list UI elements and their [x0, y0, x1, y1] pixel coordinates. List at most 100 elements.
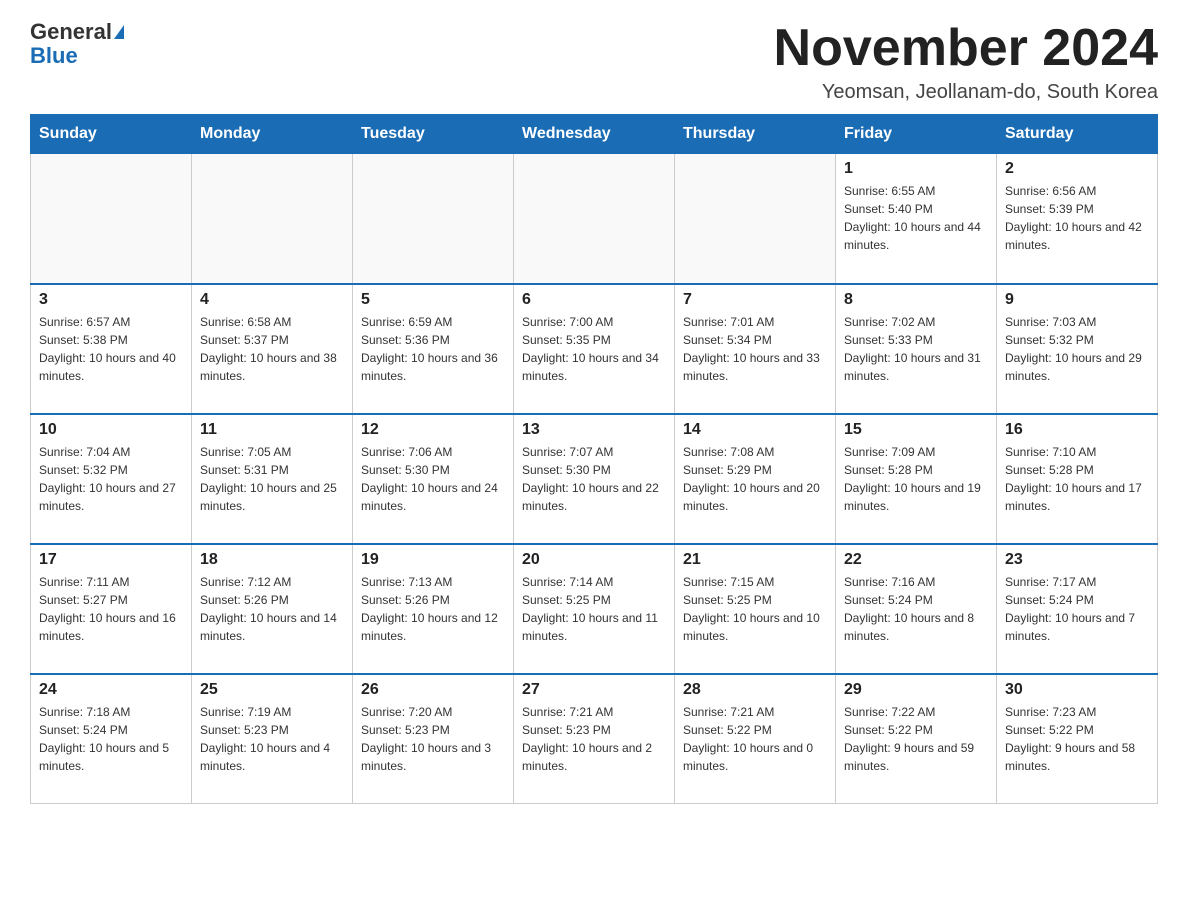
calendar-week-row: 3Sunrise: 6:57 AMSunset: 5:38 PMDaylight…	[31, 284, 1158, 414]
day-info: Sunrise: 6:56 AMSunset: 5:39 PMDaylight:…	[1005, 182, 1149, 254]
day-number: 10	[39, 421, 183, 439]
day-info: Sunrise: 7:18 AMSunset: 5:24 PMDaylight:…	[39, 703, 183, 775]
calendar-cell: 30 Sunrise: 7:23 AMSunset: 5:22 PMDayligh…	[997, 674, 1158, 804]
day-info: Sunrise: 7:05 AMSunset: 5:31 PMDaylight:…	[200, 443, 344, 515]
day-number: 26	[361, 681, 505, 699]
weekday-header-wednesday: Wednesday	[514, 115, 675, 154]
day-info: Sunrise: 7:15 AMSunset: 5:25 PMDaylight:…	[683, 573, 827, 645]
calendar-week-row: 1 Sunrise: 6:55 AMSunset: 5:40 PMDaylight…	[31, 154, 1158, 284]
calendar-cell	[31, 154, 192, 284]
day-number: 12	[361, 421, 505, 439]
weekday-header-saturday: Saturday	[997, 115, 1158, 154]
day-number: 21	[683, 551, 827, 569]
calendar-cell: 24Sunrise: 7:18 AMSunset: 5:24 PMDayligh…	[31, 674, 192, 804]
day-info: Sunrise: 7:21 AMSunset: 5:22 PMDaylight:…	[683, 703, 827, 775]
day-info: Sunrise: 7:20 AMSunset: 5:23 PMDaylight:…	[361, 703, 505, 775]
location: Yeomsan, Jeollanam-do, South Korea	[774, 81, 1158, 104]
day-info: Sunrise: 7:23 AMSunset: 5:22 PMDaylight:…	[1005, 703, 1149, 775]
day-number: 23	[1005, 551, 1149, 569]
calendar-cell: 2 Sunrise: 6:56 AMSunset: 5:39 PMDaylight…	[997, 154, 1158, 284]
day-info: Sunrise: 7:06 AMSunset: 5:30 PMDaylight:…	[361, 443, 505, 515]
day-number: 7	[683, 291, 827, 309]
weekday-header-sunday: Sunday	[31, 115, 192, 154]
calendar-cell: 8Sunrise: 7:02 AMSunset: 5:33 PMDaylight…	[836, 284, 997, 414]
calendar-cell: 16 Sunrise: 7:10 AMSunset: 5:28 PMDayligh…	[997, 414, 1158, 544]
day-info: Sunrise: 7:19 AMSunset: 5:23 PMDaylight:…	[200, 703, 344, 775]
day-number: 14	[683, 421, 827, 439]
calendar-cell: 19Sunrise: 7:13 AMSunset: 5:26 PMDayligh…	[353, 544, 514, 674]
day-info: Sunrise: 7:08 AMSunset: 5:29 PMDaylight:…	[683, 443, 827, 515]
calendar-cell: 1 Sunrise: 6:55 AMSunset: 5:40 PMDaylight…	[836, 154, 997, 284]
calendar-cell	[353, 154, 514, 284]
day-number: 15	[844, 421, 988, 439]
calendar-cell: 5 Sunrise: 6:59 AMSunset: 5:36 PMDaylight…	[353, 284, 514, 414]
day-info: Sunrise: 6:59 AMSunset: 5:36 PMDaylight:…	[361, 313, 505, 385]
day-info: Sunrise: 7:01 AMSunset: 5:34 PMDaylight:…	[683, 313, 827, 385]
calendar-header-row: SundayMondayTuesdayWednesdayThursdayFrid…	[31, 115, 1158, 154]
day-number: 28	[683, 681, 827, 699]
calendar-cell	[192, 154, 353, 284]
day-info: Sunrise: 7:10 AMSunset: 5:28 PMDaylight:…	[1005, 443, 1149, 515]
day-info: Sunrise: 7:13 AMSunset: 5:26 PMDaylight:…	[361, 573, 505, 645]
day-number: 8	[844, 291, 988, 309]
calendar-cell: 21 Sunrise: 7:15 AMSunset: 5:25 PMDayligh…	[675, 544, 836, 674]
day-number: 29	[844, 681, 988, 699]
day-info: Sunrise: 7:22 AMSunset: 5:22 PMDaylight:…	[844, 703, 988, 775]
day-number: 13	[522, 421, 666, 439]
calendar-cell: 7 Sunrise: 7:01 AMSunset: 5:34 PMDaylight…	[675, 284, 836, 414]
weekday-header-friday: Friday	[836, 115, 997, 154]
calendar-cell: 10 Sunrise: 7:04 AMSunset: 5:32 PMDayligh…	[31, 414, 192, 544]
day-number: 1	[844, 160, 988, 178]
calendar-week-row: 24Sunrise: 7:18 AMSunset: 5:24 PMDayligh…	[31, 674, 1158, 804]
calendar-cell: 11 Sunrise: 7:05 AMSunset: 5:31 PMDayligh…	[192, 414, 353, 544]
day-number: 11	[200, 421, 344, 439]
day-info: Sunrise: 7:04 AMSunset: 5:32 PMDaylight:…	[39, 443, 183, 515]
calendar-cell: 29 Sunrise: 7:22 AMSunset: 5:22 PMDayligh…	[836, 674, 997, 804]
day-info: Sunrise: 7:00 AMSunset: 5:35 PMDaylight:…	[522, 313, 666, 385]
day-number: 18	[200, 551, 344, 569]
day-info: Sunrise: 7:11 AMSunset: 5:27 PMDaylight:…	[39, 573, 183, 645]
weekday-header-monday: Monday	[192, 115, 353, 154]
day-number: 25	[200, 681, 344, 699]
day-number: 17	[39, 551, 183, 569]
day-info: Sunrise: 7:09 AMSunset: 5:28 PMDaylight:…	[844, 443, 988, 515]
day-number: 16	[1005, 421, 1149, 439]
calendar-week-row: 17 Sunrise: 7:11 AMSunset: 5:27 PMDayligh…	[31, 544, 1158, 674]
weekday-header-thursday: Thursday	[675, 115, 836, 154]
calendar-cell	[514, 154, 675, 284]
logo-general-text: General	[30, 20, 112, 44]
calendar-cell: 4Sunrise: 6:58 AMSunset: 5:37 PMDaylight…	[192, 284, 353, 414]
day-info: Sunrise: 6:58 AMSunset: 5:37 PMDaylight:…	[200, 313, 344, 385]
day-info: Sunrise: 7:16 AMSunset: 5:24 PMDaylight:…	[844, 573, 988, 645]
month-title: November 2024	[774, 20, 1158, 77]
weekday-header-tuesday: Tuesday	[353, 115, 514, 154]
calendar-cell: 20Sunrise: 7:14 AMSunset: 5:25 PMDayligh…	[514, 544, 675, 674]
calendar-cell: 9Sunrise: 7:03 AMSunset: 5:32 PMDaylight…	[997, 284, 1158, 414]
day-info: Sunrise: 7:14 AMSunset: 5:25 PMDaylight:…	[522, 573, 666, 645]
calendar-table: SundayMondayTuesdayWednesdayThursdayFrid…	[30, 114, 1158, 804]
calendar-cell: 15 Sunrise: 7:09 AMSunset: 5:28 PMDayligh…	[836, 414, 997, 544]
calendar-cell: 3Sunrise: 6:57 AMSunset: 5:38 PMDaylight…	[31, 284, 192, 414]
day-info: Sunrise: 7:21 AMSunset: 5:23 PMDaylight:…	[522, 703, 666, 775]
calendar-cell: 6Sunrise: 7:00 AMSunset: 5:35 PMDaylight…	[514, 284, 675, 414]
calendar-cell: 25 Sunrise: 7:19 AMSunset: 5:23 PMDayligh…	[192, 674, 353, 804]
calendar-cell: 28 Sunrise: 7:21 AMSunset: 5:22 PMDayligh…	[675, 674, 836, 804]
day-number: 30	[1005, 681, 1149, 699]
day-info: Sunrise: 6:55 AMSunset: 5:40 PMDaylight:…	[844, 182, 988, 254]
day-number: 5	[361, 291, 505, 309]
calendar-cell: 26 Sunrise: 7:20 AMSunset: 5:23 PMDayligh…	[353, 674, 514, 804]
calendar-cell: 18 Sunrise: 7:12 AMSunset: 5:26 PMDayligh…	[192, 544, 353, 674]
day-info: Sunrise: 7:12 AMSunset: 5:26 PMDaylight:…	[200, 573, 344, 645]
logo-blue-text: Blue	[30, 43, 78, 68]
title-section: November 2024 Yeomsan, Jeollanam-do, Sou…	[774, 20, 1158, 104]
calendar-cell: 22 Sunrise: 7:16 AMSunset: 5:24 PMDayligh…	[836, 544, 997, 674]
day-info: Sunrise: 7:03 AMSunset: 5:32 PMDaylight:…	[1005, 313, 1149, 385]
logo: General Blue	[30, 20, 124, 68]
calendar-cell: 23Sunrise: 7:17 AMSunset: 5:24 PMDayligh…	[997, 544, 1158, 674]
day-info: Sunrise: 7:07 AMSunset: 5:30 PMDaylight:…	[522, 443, 666, 515]
calendar-cell: 27Sunrise: 7:21 AMSunset: 5:23 PMDayligh…	[514, 674, 675, 804]
day-info: Sunrise: 6:57 AMSunset: 5:38 PMDaylight:…	[39, 313, 183, 385]
calendar-cell: 17 Sunrise: 7:11 AMSunset: 5:27 PMDayligh…	[31, 544, 192, 674]
day-number: 2	[1005, 160, 1149, 178]
day-number: 22	[844, 551, 988, 569]
